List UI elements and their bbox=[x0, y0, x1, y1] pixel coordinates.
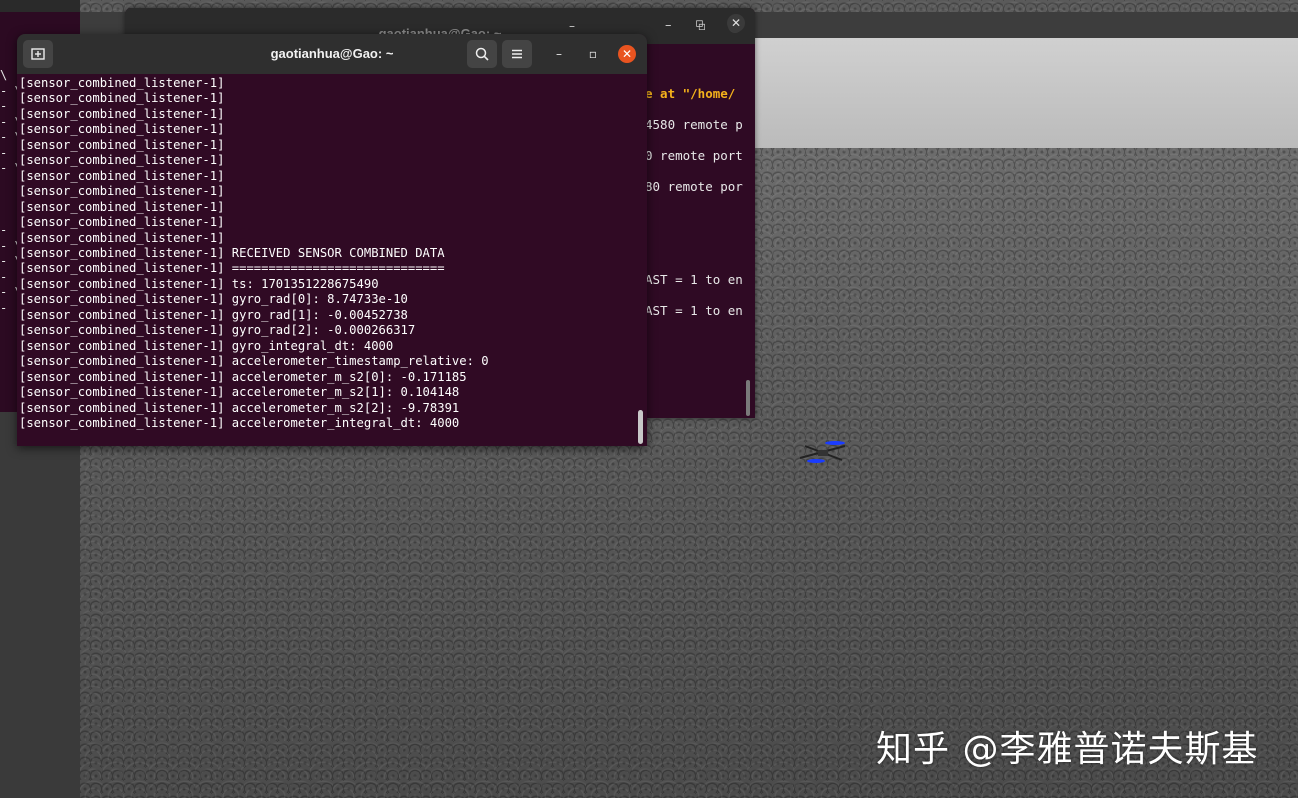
left-terminal-glyph bbox=[0, 208, 18, 224]
back-terminal-line: AST = 1 to en bbox=[645, 303, 743, 318]
left-terminal-glyph: - \ bbox=[0, 161, 18, 175]
left-terminal-text: \- \- (- \- \- (- \ - [- \- \- (- \- ( bbox=[0, 68, 18, 408]
left-lower-area bbox=[0, 412, 80, 798]
terminal-line: [sensor_combined_listener-1] bbox=[19, 168, 225, 183]
left-terminal-glyph: - \ bbox=[0, 130, 18, 144]
zhihu-watermark: 知乎 @李雅普诺夫斯基 bbox=[876, 729, 1259, 770]
left-terminal-glyph bbox=[0, 192, 18, 208]
terminal-line: [sensor_combined_listener-1] RECEIVED SE… bbox=[19, 245, 445, 260]
back-window-controls: – ▫ ✕ bbox=[655, 14, 755, 38]
terminal-line: [sensor_combined_listener-1] acceleromet… bbox=[19, 400, 460, 415]
terminal-line: [sensor_combined_listener-1] bbox=[19, 122, 225, 137]
terminal-line: [sensor_combined_listener-1] acceleromet… bbox=[19, 369, 467, 384]
minimize-icon: – bbox=[556, 47, 562, 61]
terminal-line: [sensor_combined_listener-1] bbox=[19, 153, 225, 168]
menu-button[interactable] bbox=[502, 40, 532, 68]
left-terminal-glyph: - \ bbox=[0, 254, 18, 268]
terminal-line: [sensor_combined_listener-1] bbox=[19, 106, 225, 121]
close-icon: ✕ bbox=[621, 47, 633, 61]
terminal-line: [sensor_combined_listener-1] gyro_rad[1]… bbox=[19, 307, 408, 322]
terminal-line: [sensor_combined_listener-1] ===========… bbox=[19, 261, 445, 276]
left-terminal-glyph: - \ bbox=[0, 114, 18, 129]
back-terminal-output: e at "/home/4580 remote p 0 remote port 80… bbox=[645, 78, 755, 326]
terminal-line: [sensor_combined_listener-1] bbox=[19, 137, 225, 152]
search-icon bbox=[475, 47, 489, 61]
left-terminal-glyph: \ bbox=[0, 68, 8, 82]
left-terminal-glyph: - ( bbox=[0, 300, 18, 315]
back-terminal-line: e at "/home/ bbox=[645, 86, 736, 101]
left-terminal-glyph bbox=[0, 177, 18, 193]
terminal-line: [sensor_combined_listener-1] gyro_integr… bbox=[19, 338, 394, 353]
left-terminal-glyph: - [ bbox=[0, 223, 18, 237]
back-terminal-line: 4580 remote p bbox=[645, 117, 743, 132]
left-terminal-glyph: - \ bbox=[0, 83, 18, 98]
back-terminal-line: 0 remote port bbox=[645, 148, 743, 163]
maximize-icon: ▫ bbox=[588, 47, 598, 61]
close-icon[interactable]: ✕ bbox=[727, 14, 745, 32]
minimize-icon[interactable]: – bbox=[665, 18, 672, 33]
terminal-line: [sensor_combined_listener-1] bbox=[19, 199, 225, 214]
terminal-line: [sensor_combined_listener-1] acceleromet… bbox=[19, 354, 489, 369]
maximize-icon[interactable]: ▫ bbox=[695, 16, 704, 31]
back-terminal-line: 80 remote por bbox=[645, 179, 743, 194]
maximize-button[interactable]: ▫ bbox=[584, 45, 602, 63]
back-terminal-scrollbar[interactable] bbox=[746, 380, 750, 416]
back-terminal-line bbox=[645, 233, 755, 264]
terminal-scrollbar[interactable] bbox=[638, 410, 643, 444]
back-terminal-line: AST = 1 to en bbox=[645, 272, 743, 287]
terminal-line: [sensor_combined_listener-1] bbox=[19, 215, 225, 230]
terminal-line: [sensor_combined_listener-1] gyro_rad[2]… bbox=[19, 323, 416, 338]
left-terminal-glyph: - ( bbox=[0, 269, 18, 284]
terminal-window[interactable]: gaotianhua@Gao: ~ – ▫ ✕ [sensor_combined… bbox=[17, 34, 647, 446]
terminal-line: [sensor_combined_listener-1] bbox=[19, 91, 225, 106]
left-terminal-glyph: - ( bbox=[0, 99, 18, 113]
terminal-line: [sensor_combined_listener-1] bbox=[19, 184, 225, 199]
terminal-line: [sensor_combined_listener-1] bbox=[19, 76, 225, 90]
left-terminal-glyph: - \ bbox=[0, 285, 18, 299]
terminal-line: [sensor_combined_listener-1] bbox=[19, 230, 225, 245]
search-button[interactable] bbox=[467, 40, 497, 68]
terminal-line: [sensor_combined_listener-1] acceleromet… bbox=[19, 385, 460, 400]
drone-model[interactable] bbox=[790, 436, 860, 472]
close-button[interactable]: ✕ bbox=[618, 45, 636, 63]
left-terminal-glyph: - \ bbox=[0, 238, 18, 253]
terminal-line: [sensor_combined_listener-1] acceleromet… bbox=[19, 415, 460, 430]
terminal-line: [sensor_combined_listener-1] gyro_rad[0]… bbox=[19, 292, 408, 307]
minimize-button[interactable]: – bbox=[550, 45, 568, 63]
back-terminal-line bbox=[645, 202, 755, 233]
left-terminal-glyph: - ( bbox=[0, 145, 18, 160]
terminal-line: [sensor_combined_listener-1] ts: 1701351… bbox=[19, 276, 379, 291]
hamburger-menu-icon bbox=[512, 49, 522, 59]
minimize-icon[interactable]: – bbox=[565, 19, 579, 33]
terminal-output[interactable]: [sensor_combined_listener-1] [sensor_comb… bbox=[19, 76, 629, 442]
